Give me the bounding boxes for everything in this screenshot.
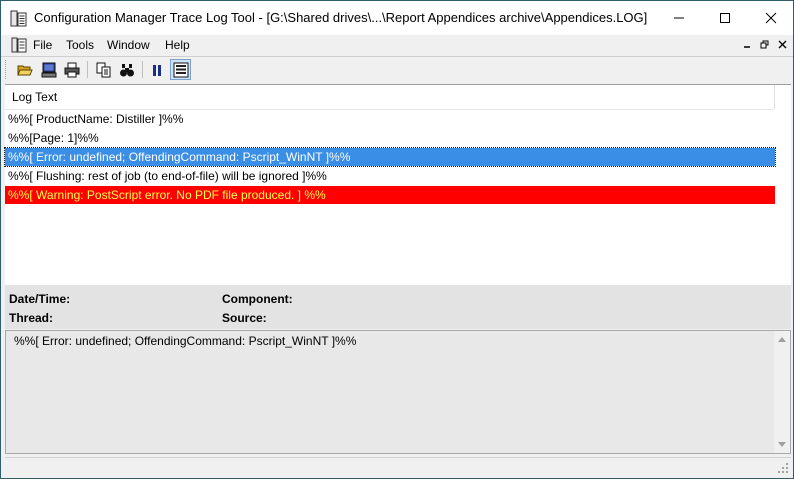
message-text: %%[ Error: undefined; OffendingCommand: … <box>14 334 357 348</box>
menu-tools[interactable]: Tools <box>66 35 94 55</box>
computer-icon <box>41 62 56 77</box>
column-header-label: Log Text <box>12 90 58 104</box>
child-restore-button[interactable] <box>757 38 771 51</box>
open-remote-button[interactable] <box>38 59 59 80</box>
app-window: Configuration Manager Trace Log Tool - [… <box>0 0 794 479</box>
log-list[interactable]: Log Text %%[ ProductName: Distiller ]%% … <box>4 84 791 286</box>
close-button[interactable] <box>748 1 794 35</box>
print-button[interactable] <box>61 59 82 80</box>
document-system-menu-icon[interactable] <box>11 37 27 53</box>
open-folder-icon <box>16 65 33 75</box>
toolbar-grip[interactable] <box>5 60 9 79</box>
scroll-up-icon[interactable] <box>778 337 786 342</box>
copy-button[interactable] <box>93 59 114 80</box>
close-icon <box>778 40 786 49</box>
source-label: Source: <box>222 311 267 325</box>
message-vertical-scrollbar[interactable] <box>774 331 790 453</box>
log-row[interactable]: %%[ Flushing: rest of job (to end-of-fil… <box>5 167 775 185</box>
column-header-log-text[interactable]: Log Text <box>5 85 773 110</box>
pause-icon <box>152 64 161 76</box>
status-bar <box>5 457 791 476</box>
menu-file[interactable]: File <box>33 35 52 55</box>
restore-icon <box>760 40 768 49</box>
close-icon <box>765 12 777 24</box>
print-icon <box>64 62 79 77</box>
toolbar-separator <box>87 61 88 78</box>
minimize-icon <box>743 46 750 48</box>
toolbar <box>1 57 793 82</box>
message-detail-box[interactable]: %%[ Error: undefined; OffendingCommand: … <box>5 330 791 454</box>
title-bar[interactable]: Configuration Manager Trace Log Tool - [… <box>1 1 793 35</box>
menu-bar: File Tools Window Help <box>1 35 793 55</box>
log-row[interactable]: %%[ ProductName: Distiller ]%% <box>5 110 775 128</box>
scroll-down-icon[interactable] <box>778 442 786 447</box>
log-row-selected[interactable]: %%[ Error: undefined; OffendingCommand: … <box>4 147 776 167</box>
trace-log-app-icon <box>10 10 27 27</box>
copy-icon <box>96 62 110 77</box>
resize-grip-icon[interactable] <box>777 462 789 474</box>
minimize-button[interactable] <box>656 1 702 35</box>
open-button[interactable] <box>14 59 35 80</box>
menu-window[interactable]: Window <box>107 35 150 55</box>
find-binoculars-icon <box>119 63 134 76</box>
log-row[interactable]: %%[Page: 1]%% <box>5 129 775 147</box>
maximize-button[interactable] <box>702 1 748 35</box>
pause-button[interactable] <box>146 59 167 80</box>
child-minimize-button[interactable] <box>740 38 754 51</box>
minimize-icon <box>674 17 684 19</box>
datetime-label: Date/Time: <box>9 292 71 306</box>
thread-label: Thread: <box>9 311 54 325</box>
find-button[interactable] <box>116 59 137 80</box>
list-view-icon <box>173 62 188 77</box>
detail-fields: Date/Time: Component: Thread: Source: <box>5 285 791 329</box>
menu-help[interactable]: Help <box>165 35 190 55</box>
highlight-filter-button[interactable] <box>170 59 191 80</box>
column-divider[interactable] <box>774 85 775 109</box>
log-row-warning[interactable]: %%[ Warning: PostScript error. No PDF fi… <box>5 186 775 204</box>
maximize-icon <box>720 13 730 23</box>
toolbar-separator <box>142 61 143 78</box>
window-title: Configuration Manager Trace Log Tool - [… <box>34 10 648 25</box>
component-label: Component: <box>222 292 293 306</box>
child-close-button[interactable] <box>775 38 789 51</box>
